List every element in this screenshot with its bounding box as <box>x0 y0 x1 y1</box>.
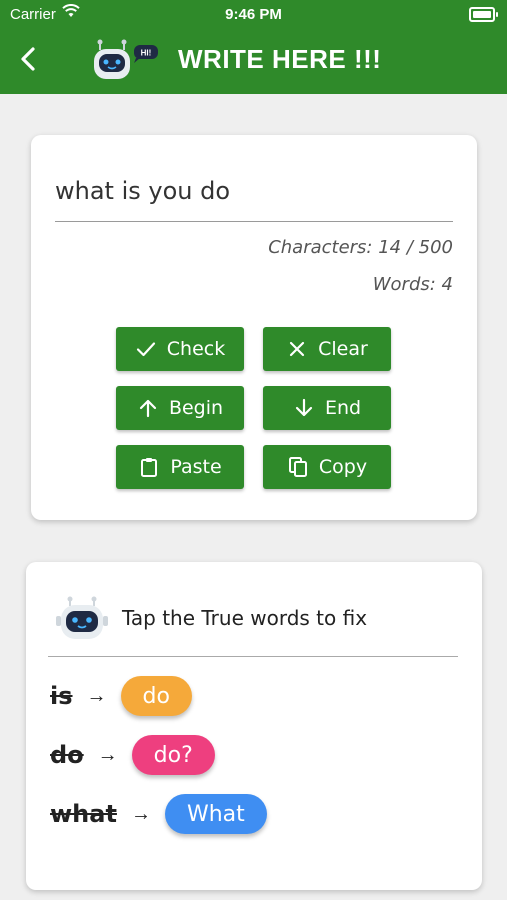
robot-hi-badge: HI! <box>141 49 152 58</box>
fix-word-button[interactable]: do? <box>131 735 215 775</box>
arrow-right-icon: → <box>86 684 107 707</box>
clock: 9:46 PM <box>225 6 282 23</box>
robot-icon <box>54 596 110 647</box>
paste-button[interactable]: Paste <box>116 445 244 489</box>
battery-icon <box>469 7 498 22</box>
input-underline <box>55 221 453 222</box>
check-button[interactable]: Check <box>116 327 244 371</box>
arrow-up-icon <box>137 397 159 419</box>
fix-word-button[interactable]: What <box>164 794 267 834</box>
status-bar: Carrier 9:46 PM <box>0 0 507 28</box>
arrow-right-icon: → <box>97 743 118 766</box>
divider <box>48 656 458 657</box>
chevron-left-icon <box>21 47 35 71</box>
arrow-down-icon <box>293 397 315 419</box>
word-count: Words: 4 <box>372 274 453 295</box>
copy-button[interactable]: Copy <box>263 445 391 489</box>
app-header: Carrier 9:46 PM HI! WRITE HERE !!! <box>0 0 507 94</box>
wrong-word: what <box>50 800 117 828</box>
page-title: WRITE HERE !!! <box>178 44 382 74</box>
end-button-label: End <box>324 397 362 419</box>
robot-logo-icon: HI! <box>90 38 162 89</box>
editor-card: what is you do Characters: 14 / 500 Word… <box>31 135 477 520</box>
clear-button-label: Clear <box>318 338 368 360</box>
suggestions-title: Tap the True words to fix <box>122 606 368 630</box>
copy-button-label: Copy <box>318 456 368 478</box>
fix-word-button[interactable]: do <box>120 676 192 716</box>
wrong-word: is <box>50 682 73 710</box>
check-button-label: Check <box>166 338 226 360</box>
suggestion-row: what → What <box>50 794 267 834</box>
checkmark-icon <box>135 338 157 360</box>
clear-button[interactable]: Clear <box>263 327 391 371</box>
clipboard-icon <box>138 456 160 478</box>
wrong-word: do <box>50 741 84 769</box>
character-count: Characters: 14 / 500 <box>268 237 453 258</box>
suggestion-row: is → do <box>50 676 192 716</box>
close-icon <box>286 338 308 360</box>
begin-button-label: Begin <box>168 397 224 419</box>
back-button[interactable] <box>14 44 44 74</box>
text-input[interactable]: what is you do <box>55 177 230 205</box>
arrow-right-icon: → <box>130 802 151 825</box>
end-button[interactable]: End <box>263 386 391 430</box>
begin-button[interactable]: Begin <box>116 386 244 430</box>
copy-icon <box>287 456 309 478</box>
suggestions-card: Tap the True words to fix is → do do → d… <box>26 562 482 890</box>
paste-button-label: Paste <box>170 456 222 478</box>
suggestion-row: do → do? <box>50 735 215 775</box>
